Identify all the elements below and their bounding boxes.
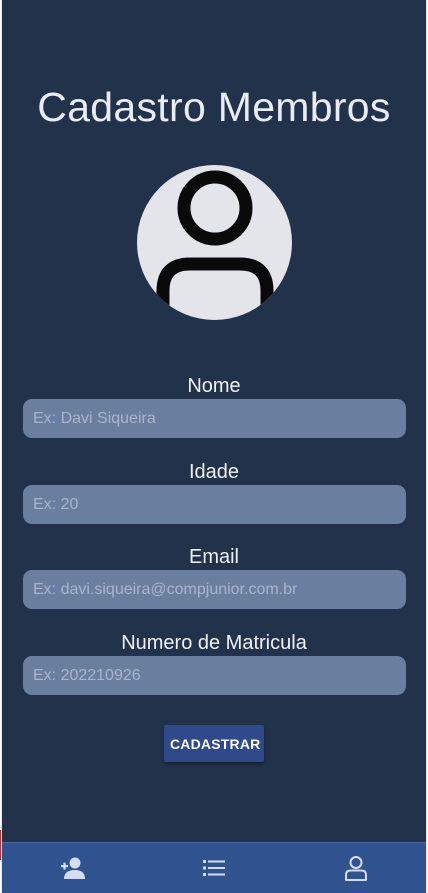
add-user-icon	[61, 857, 85, 879]
profile-icon	[345, 856, 367, 881]
nav-item-profile[interactable]	[316, 843, 396, 893]
avatar	[137, 165, 292, 320]
registration-number-label: Numero de Matricula	[121, 632, 307, 654]
registration-number-input[interactable]	[23, 656, 406, 695]
list-icon	[203, 860, 225, 876]
user-icon	[156, 170, 274, 320]
nav-item-member-list[interactable]	[174, 843, 254, 893]
age-input[interactable]	[23, 485, 406, 524]
register-button[interactable]: CADASTRAR	[164, 725, 264, 762]
screen: Cadastro Membros Nome Idade Email Numero…	[0, 0, 428, 893]
email-input[interactable]	[23, 570, 406, 609]
nav-item-add-member[interactable]	[32, 843, 112, 893]
app-container: Cadastro Membros Nome Idade Email Numero…	[2, 0, 426, 893]
age-label: Idade	[188, 461, 240, 483]
bottom-navigation	[2, 842, 426, 893]
page-title: Cadastro Membros	[37, 84, 391, 130]
name-input[interactable]	[23, 399, 406, 438]
name-label: Nome	[187, 375, 241, 397]
email-label: Email	[188, 546, 239, 568]
